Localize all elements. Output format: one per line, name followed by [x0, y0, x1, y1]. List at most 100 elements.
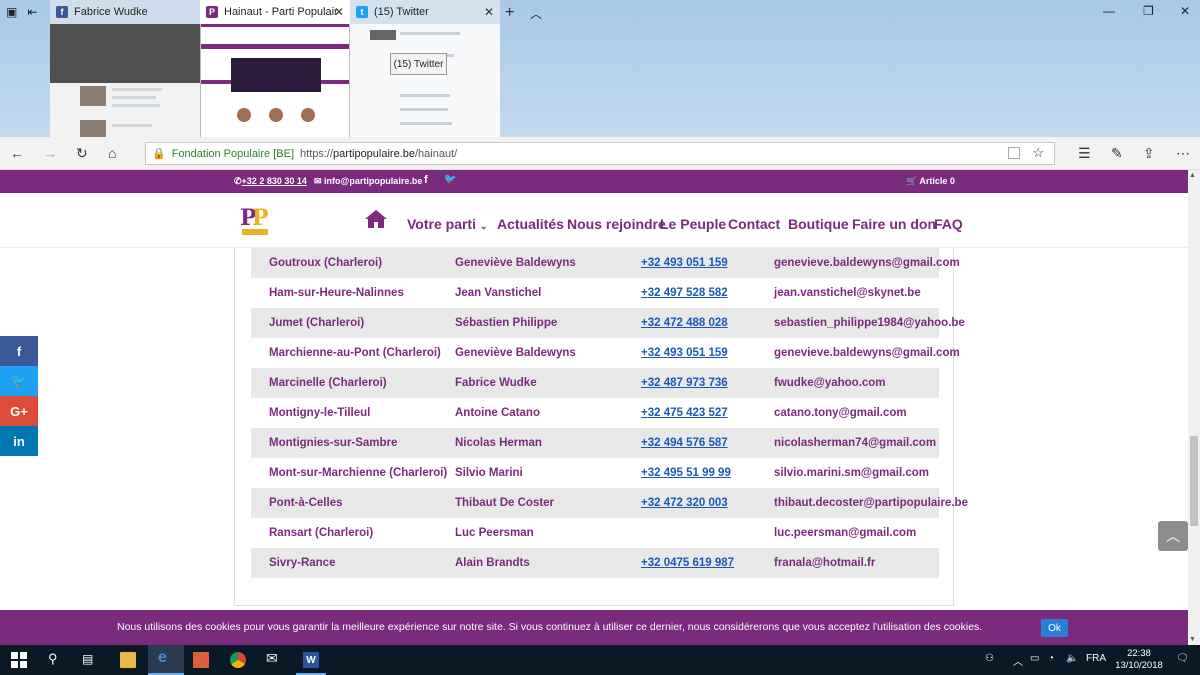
tab-label: Hainaut - Parti Populair [224, 6, 338, 18]
cookie-ok-button[interactable]: Ok [1041, 619, 1068, 637]
site-header: PP Votre parti ⌄ Actualités Nous rejoind… [0, 193, 1188, 248]
facebook-icon[interactable]: f [424, 174, 428, 186]
tab-tooltip: (15) Twitter [390, 53, 447, 75]
favorites-hub-icon[interactable]: ☰ [1078, 145, 1091, 162]
linkedin-share-button[interactable]: in [0, 426, 38, 456]
edge-icon[interactable]: e [158, 649, 167, 667]
locality-cell: Marchienne-au-Pont (Charleroi) [269, 347, 441, 359]
reading-view-icon[interactable] [1008, 147, 1020, 159]
page-scrollbar[interactable]: ▲ ▼ [1188, 170, 1200, 645]
phone-link[interactable]: +32 487 973 736 [641, 377, 728, 389]
phone-link[interactable]: +32 472 488 028 [641, 317, 728, 329]
contact-name-cell: Luc Peersman [455, 527, 534, 539]
forward-arrow-icon[interactable]: → [43, 145, 57, 161]
set-aside-tabs-icon[interactable]: ⇤ [27, 5, 37, 19]
address-bar[interactable]: 🔒 Fondation Populaire [BE] https://parti… [145, 142, 1055, 165]
tab-preview-hainaut[interactable] [200, 24, 350, 137]
menu-boutique[interactable]: Boutique [788, 216, 849, 232]
scrollbar-thumb[interactable] [1190, 436, 1198, 526]
tab-fabrice-wudke[interactable]: f Fabrice Wudke [50, 0, 200, 24]
twitter-icon: t [356, 6, 368, 18]
menu-le-peuple[interactable]: Le Peuple [660, 216, 726, 232]
chevron-up-icon[interactable]: ︿ [530, 5, 542, 22]
phone-link[interactable]: +32 475 423 527 [641, 407, 728, 419]
share-icon[interactable]: ⇪ [1143, 145, 1155, 162]
phone-link[interactable]: +32 0475 619 987 [641, 557, 734, 569]
tab-hainaut[interactable]: P Hainaut - Parti Populair ✕ [200, 0, 350, 24]
tab-label: (15) Twitter [374, 6, 429, 18]
menu-actualites[interactable]: Actualités [497, 216, 564, 232]
table-row: Marchienne-au-Pont (Charleroi) Geneviève … [251, 338, 960, 368]
phone-link[interactable]: +32 494 576 587 [641, 437, 728, 449]
locality-cell: Ham-sur-Heure-Nalinnes [269, 287, 404, 299]
main-content: Goutroux (Charleroi) Geneviève Baldewyns +… [0, 248, 1188, 610]
chevron-down-icon: ⌄ [479, 221, 488, 231]
home-icon[interactable]: ⌂ [108, 145, 116, 161]
volume-icon[interactable]: 🔈 [1066, 653, 1078, 664]
clock[interactable]: 22:38 13/10/2018 [1112, 648, 1166, 672]
tab-twitter[interactable]: t (15) Twitter ✕ [350, 0, 500, 24]
locality-cell: Sivry-Rance [269, 557, 336, 569]
tab-preview-facebook[interactable] [50, 24, 200, 137]
menu-nous-rejoindre[interactable]: Nous rejoindre [567, 216, 666, 232]
menu-contact[interactable]: Contact [728, 216, 780, 232]
refresh-icon[interactable]: ↻ [76, 145, 88, 162]
close-tab-icon[interactable]: ✕ [484, 5, 494, 19]
twitter-icon[interactable]: 🐦 [444, 174, 456, 185]
network-icon[interactable]: ▭ [1030, 653, 1039, 664]
google-plus-share-button[interactable]: G+ [0, 396, 38, 426]
table-row: Marcinelle (Charleroi) Fabrice Wudke +32 4… [251, 368, 939, 398]
windows-start-icon[interactable] [11, 652, 27, 668]
email-cell: catano.tony@gmail.com [774, 407, 907, 419]
minimize-button[interactable]: — [1103, 4, 1115, 18]
wifi-icon[interactable]: ◔ [1048, 653, 1054, 664]
chevron-up-icon[interactable]: ︿ [1013, 653, 1023, 668]
email-cell: jean.vanstichel@skynet.be [774, 287, 921, 299]
phone-link[interactable]: +32 493 051 159 [641, 257, 728, 269]
cart-link[interactable]: 🛒 Article 0 [906, 176, 955, 187]
close-window-button[interactable]: ✕ [1180, 4, 1190, 18]
word-icon[interactable]: W [303, 652, 319, 668]
contact-name-cell: Alain Brandts [455, 557, 530, 569]
phone-link[interactable]: +32 497 528 582 [641, 287, 728, 299]
scroll-to-top-button[interactable]: ︿ [1158, 521, 1188, 551]
media-player-icon[interactable] [193, 652, 209, 668]
language-indicator[interactable]: FRA [1086, 653, 1106, 664]
close-tab-icon[interactable]: ✕ [334, 5, 344, 19]
site-logo[interactable]: PP [238, 205, 272, 237]
back-arrow-icon[interactable]: ← [10, 145, 24, 161]
file-explorer-icon[interactable] [120, 652, 136, 668]
home-icon[interactable] [364, 209, 388, 229]
new-tab-button[interactable]: + [505, 4, 514, 22]
people-icon[interactable]: ⚇ [985, 653, 994, 664]
windows-taskbar: ⚲ ▤ e ✉ W ⚇ ︿ ▭ ◔ 🔈 FRA 22:38 13/10/2018… [0, 645, 1200, 675]
menu-faq[interactable]: FAQ [934, 216, 963, 232]
phone-link[interactable]: +32 493 051 159 [641, 347, 728, 359]
tab-preview-icon[interactable]: ▣ [6, 5, 17, 19]
menu-votre-parti[interactable]: Votre parti ⌄ [407, 216, 487, 232]
table-row: Goutroux (Charleroi) Geneviève Baldewyns +… [251, 248, 960, 278]
maximize-button[interactable]: ❐ [1143, 4, 1154, 18]
phone-link[interactable]: +32 472 320 003 [641, 497, 728, 509]
more-options-icon[interactable]: ⋯ [1176, 145, 1190, 162]
twitter-share-button[interactable]: 🐦 [0, 366, 38, 396]
table-row: Jumet (Charleroi) Sébastien Philippe +32 4… [251, 308, 965, 338]
locality-cell: Jumet (Charleroi) [269, 317, 365, 329]
site-identity: Fondation Populaire [BE] [171, 147, 295, 160]
phone-link[interactable]: +32 495 51 99 99 [641, 467, 731, 479]
tab-label: Fabrice Wudke [74, 6, 148, 18]
contacts-table: Goutroux (Charleroi) Geneviève Baldewyns +… [234, 248, 968, 606]
phone-link[interactable]: ✆+32 2 830 30 14 [234, 176, 307, 187]
web-note-icon[interactable]: ✎ [1111, 145, 1123, 162]
chrome-icon[interactable] [230, 652, 246, 668]
mail-icon[interactable]: ✉ [266, 650, 278, 667]
search-icon[interactable]: ⚲ [48, 651, 58, 667]
notifications-icon[interactable]: 🗨 [1176, 653, 1189, 664]
facebook-share-button[interactable]: f [0, 336, 38, 366]
menu-faire-un-don[interactable]: Faire un don [852, 216, 936, 232]
favorite-star-icon[interactable]: ☆ [1032, 145, 1044, 161]
email-link[interactable]: ✉ info@partipopulaire.be [314, 176, 422, 187]
tab-preview-twitter[interactable] [350, 24, 500, 137]
task-view-icon[interactable]: ▤ [82, 652, 93, 666]
site-topbar: ✆+32 2 830 30 14 ✉ info@partipopulaire.b… [0, 170, 1188, 193]
